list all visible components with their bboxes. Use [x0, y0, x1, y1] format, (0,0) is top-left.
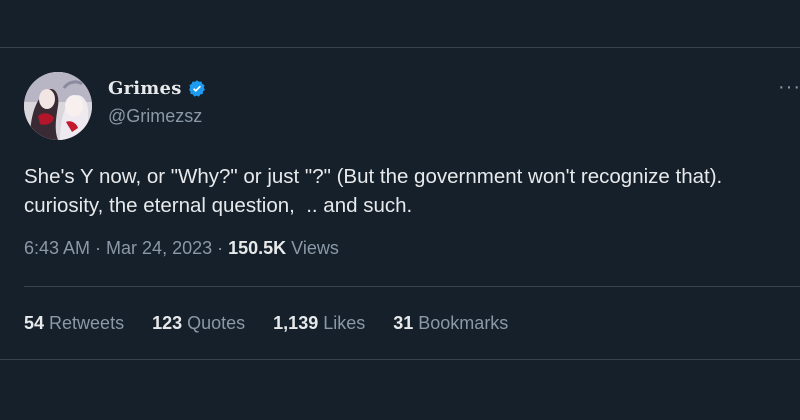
- quotes-count: 123: [152, 313, 183, 333]
- display-name[interactable]: Grimes: [108, 78, 182, 99]
- views-label: Views: [286, 238, 339, 258]
- meta-separator: ·: [90, 238, 107, 258]
- likes-label: Likes: [318, 313, 366, 333]
- quotes-stat[interactable]: 123 Quotes: [152, 313, 245, 334]
- retweets-label: Retweets: [44, 313, 125, 333]
- ellipsis-icon[interactable]: ···: [778, 76, 800, 99]
- tweet-time[interactable]: 6:43 AM: [24, 238, 90, 259]
- likes-stat[interactable]: 1,139 Likes: [273, 313, 365, 334]
- engagement-stats: 54 Retweets 123 Quotes 1,139 Likes 31 Bo…: [24, 313, 536, 334]
- bookmarks-count: 31: [393, 313, 414, 333]
- verified-badge-icon: [187, 79, 207, 99]
- tweet-text: She's Y now, or "Why?" or just "?" (But …: [24, 165, 734, 217]
- tweet-date[interactable]: Mar 24, 2023: [106, 238, 212, 259]
- meta-separator: ·: [212, 238, 229, 258]
- bookmarks-stat[interactable]: 31 Bookmarks: [393, 313, 508, 334]
- user-handle[interactable]: @Grimezsz: [108, 106, 202, 127]
- tweet-meta: 6:43 AM · Mar 24, 2023 · 150.5K Views: [24, 238, 339, 259]
- likes-count: 1,139: [273, 313, 319, 333]
- quotes-label: Quotes: [182, 313, 246, 333]
- divider: [24, 286, 800, 287]
- retweets-stat[interactable]: 54 Retweets: [24, 313, 124, 334]
- views-count: 150.5K: [228, 238, 287, 258]
- avatar-image: [24, 72, 92, 140]
- bookmarks-label: Bookmarks: [413, 313, 509, 333]
- retweets-count: 54: [24, 313, 45, 333]
- name-row: Grimes: [108, 78, 207, 99]
- avatar[interactable]: [24, 72, 92, 140]
- tweet-card: Grimes @Grimezsz ··· She's Y now, or "Wh…: [0, 47, 800, 360]
